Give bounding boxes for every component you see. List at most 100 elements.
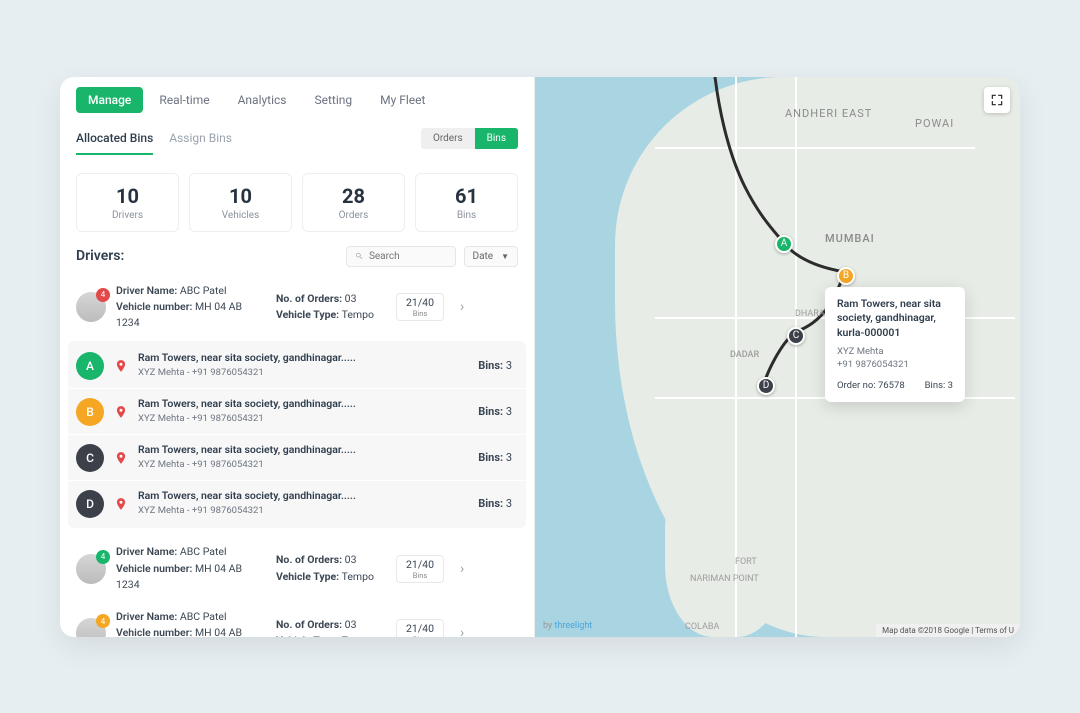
bins-box: 21/40 Bins	[396, 619, 444, 636]
map-panel[interactable]: ANDHERI EAST POWAI MUMBAI DHARAVI DADAR …	[535, 77, 1020, 637]
stops-group: A Ram Towers, near sita society, gandhin…	[68, 341, 526, 528]
stat-orders: 28 Orders	[302, 173, 405, 232]
stop-text: Ram Towers, near sita society, gandhinag…	[138, 397, 468, 426]
nav-setting[interactable]: Setting	[303, 87, 365, 113]
area-label: NARIMAN POINT	[690, 574, 759, 584]
expand-map-button[interactable]	[984, 87, 1010, 113]
bins-word: Bins	[405, 309, 435, 318]
stat-orders-value: 28	[307, 184, 400, 208]
avatar: 4	[76, 618, 106, 636]
pin-icon	[114, 403, 128, 421]
chevron-down-icon: ▼	[501, 252, 509, 261]
stop-text: Ram Towers, near sita society, gandhinag…	[138, 489, 468, 518]
stop-marker-d: D	[76, 490, 104, 518]
stat-bins-label: Bins	[420, 210, 513, 221]
drivers-controls: Date ▼	[346, 246, 519, 267]
tab-allocated-bins[interactable]: Allocated Bins	[76, 123, 153, 155]
map-credit: by threelight	[543, 621, 592, 631]
avatar: 4	[76, 292, 106, 322]
driver-row[interactable]: 4 Driver Name: ABC Patel Vehicle number:…	[68, 275, 526, 340]
nav-realtime[interactable]: Real-time	[147, 87, 221, 113]
stat-orders-label: Orders	[307, 210, 400, 221]
city-label: POWAI	[915, 117, 954, 130]
nav-myfleet[interactable]: My Fleet	[368, 87, 437, 113]
pin-icon	[114, 449, 128, 467]
map-popup: Ram Towers, near sita society, gandhinag…	[825, 287, 965, 403]
stat-vehicles-label: Vehicles	[194, 210, 287, 221]
bins-ratio: 21/40	[405, 296, 435, 309]
stop-text: Ram Towers, near sita society, gandhinag…	[138, 351, 468, 380]
popup-contact: XYZ Mehta+91 9876054321	[837, 345, 953, 372]
badge-count: 4	[96, 288, 110, 302]
stop-row[interactable]: B Ram Towers, near sita society, gandhin…	[68, 388, 526, 434]
stop-row[interactable]: C Ram Towers, near sita society, gandhin…	[68, 434, 526, 480]
sub-nav: Allocated Bins Assign Bins Orders Bins	[60, 123, 534, 163]
map-pin-c[interactable]: C	[787, 327, 805, 345]
stat-bins: 61 Bins	[415, 173, 518, 232]
expand-icon	[990, 93, 1004, 107]
drivers-header: Drivers: Date ▼	[60, 242, 534, 275]
map-pin-b[interactable]: B	[837, 267, 855, 285]
badge-count: 4	[96, 550, 110, 564]
stat-drivers-value: 10	[81, 184, 174, 208]
drivers-title: Drivers:	[76, 248, 124, 264]
stat-vehicles: 10 Vehicles	[189, 173, 292, 232]
badge-count: 4	[96, 614, 110, 628]
search-input[interactable]	[369, 251, 447, 262]
search-box[interactable]	[346, 246, 456, 267]
search-icon	[355, 251, 363, 261]
stat-bins-value: 61	[420, 184, 513, 208]
avatar: 4	[76, 554, 106, 584]
stop-bins: Bins: 3	[478, 451, 512, 464]
nav-manage[interactable]: Manage	[76, 87, 143, 113]
order-info: No. of Orders: 03 Vehicle Type: Tempo	[276, 617, 386, 636]
stat-drivers-label: Drivers	[81, 210, 174, 221]
driver-row[interactable]: 4 Driver Name: ABC Patel Vehicle number:…	[68, 536, 526, 601]
left-panel: Manage Real-time Analytics Setting My Fl…	[60, 77, 535, 637]
map-pin-a[interactable]: A	[775, 235, 793, 253]
area-label: COLABA	[685, 622, 719, 632]
pin-icon	[114, 495, 128, 513]
map-canvas[interactable]: ANDHERI EAST POWAI MUMBAI DHARAVI DADAR …	[535, 77, 1020, 637]
driver-info: Driver Name: ABC Patel Vehicle number: M…	[116, 283, 266, 332]
chevron-right-icon[interactable]: ›	[460, 625, 464, 636]
stop-marker-b: B	[76, 398, 104, 426]
stop-row[interactable]: D Ram Towers, near sita society, gandhin…	[68, 480, 526, 526]
order-info: No. of Orders: 03 Vehicle Type: Tempo	[276, 291, 386, 324]
stat-drivers: 10 Drivers	[76, 173, 179, 232]
chevron-right-icon[interactable]: ›	[460, 561, 464, 577]
popup-row: Order no: 76578 Bins: 3	[837, 379, 953, 392]
stop-bins: Bins: 3	[478, 405, 512, 418]
chevron-right-icon[interactable]: ›	[460, 299, 464, 315]
stop-text: Ram Towers, near sita society, gandhinag…	[138, 443, 468, 472]
order-info: No. of Orders: 03 Vehicle Type: Tempo	[276, 552, 386, 585]
city-label: MUMBAI	[825, 232, 875, 245]
toggle-bins[interactable]: Bins	[475, 128, 518, 149]
driver-info: Driver Name: ABC Patel Vehicle number: M…	[116, 609, 266, 636]
orders-bins-toggle[interactable]: Orders Bins	[421, 128, 518, 149]
nav-analytics[interactable]: Analytics	[226, 87, 299, 113]
pin-icon	[114, 357, 128, 375]
stop-bins: Bins: 3	[478, 497, 512, 510]
popup-title: Ram Towers, near sita society, gandhinag…	[837, 297, 953, 341]
driver-info: Driver Name: ABC Patel Vehicle number: M…	[116, 544, 266, 593]
stop-row[interactable]: A Ram Towers, near sita society, gandhin…	[68, 343, 526, 388]
city-label: ANDHERI EAST	[785, 107, 872, 120]
bins-box: 21/40 Bins	[396, 555, 444, 583]
area-label: FORT	[735, 557, 757, 567]
main-nav: Manage Real-time Analytics Setting My Fl…	[60, 77, 534, 123]
tab-assign-bins[interactable]: Assign Bins	[169, 123, 232, 155]
date-select[interactable]: Date ▼	[464, 246, 519, 267]
stop-bins: Bins: 3	[478, 359, 512, 372]
stop-marker-a: A	[76, 352, 104, 380]
map-pin-d[interactable]: D	[757, 377, 775, 395]
stats-row: 10 Drivers 10 Vehicles 28 Orders 61 Bins	[60, 163, 534, 242]
toggle-orders[interactable]: Orders	[421, 128, 475, 149]
app-window: Manage Real-time Analytics Setting My Fl…	[60, 77, 1020, 637]
bins-box: 21/40 Bins	[396, 293, 444, 321]
stat-vehicles-value: 10	[194, 184, 287, 208]
driver-row[interactable]: 4 Driver Name: ABC Patel Vehicle number:…	[68, 601, 526, 636]
drivers-list[interactable]: 4 Driver Name: ABC Patel Vehicle number:…	[60, 275, 534, 637]
date-label: Date	[473, 251, 494, 262]
map-attrib: Map data ©2018 Google | Terms of U	[876, 624, 1020, 637]
